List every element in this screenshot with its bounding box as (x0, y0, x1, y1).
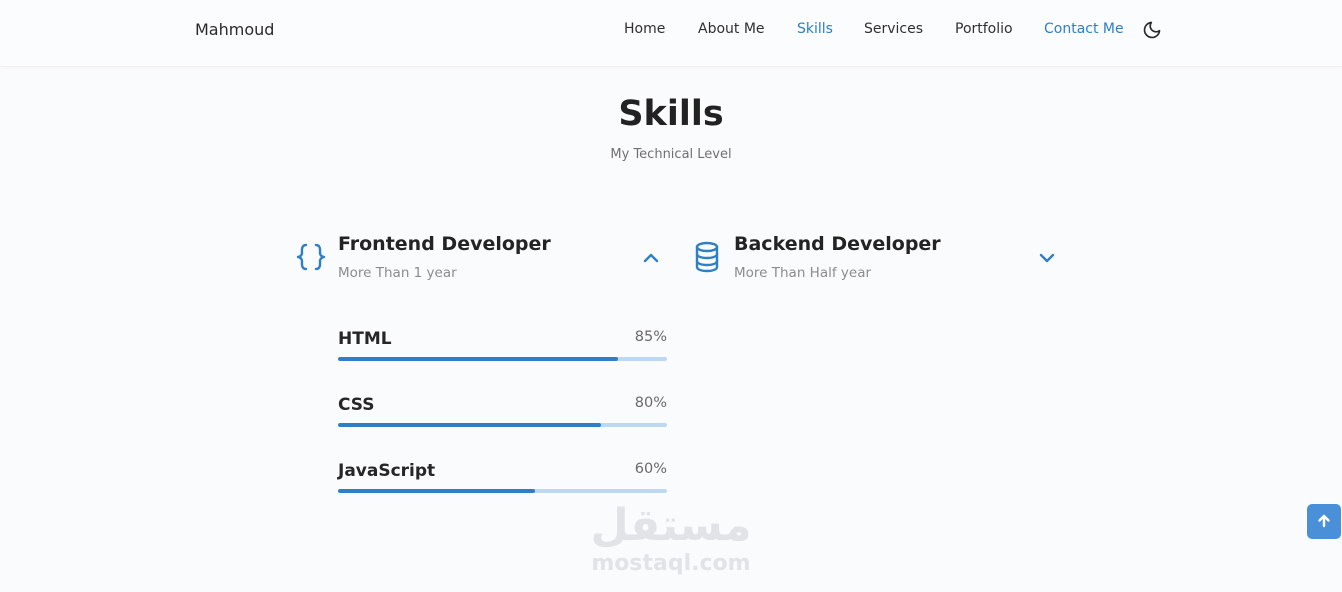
moon-icon[interactable] (1142, 20, 1162, 40)
skill-bar-track (338, 423, 667, 427)
header: Mahmoud Home About Me Skills Services Po… (0, 0, 1342, 67)
skill-html: HTML 85% (338, 329, 667, 369)
nav-contact-me[interactable]: Contact Me (1044, 21, 1124, 37)
frontend-subtitle: More Than 1 year (338, 265, 457, 281)
brand-logo[interactable]: Mahmoud (195, 20, 274, 39)
chevron-up-icon[interactable] (641, 248, 661, 268)
section-subtitle: My Technical Level (610, 147, 732, 162)
arrow-up-icon (1318, 514, 1330, 528)
watermark: مستقل mostaql.com (560, 500, 782, 576)
backend-card-header[interactable]: Backend Developer More Than Half year (690, 232, 1070, 288)
scroll-top-button[interactable] (1307, 504, 1341, 539)
code-braces-icon (294, 240, 328, 274)
watermark-latin: mostaql.com (591, 551, 751, 576)
chevron-down-icon[interactable] (1037, 248, 1057, 268)
nav-services[interactable]: Services (864, 21, 923, 37)
watermark-arabic: مستقل (590, 500, 752, 551)
backend-subtitle: More Than Half year (734, 265, 872, 281)
database-icon (690, 240, 724, 274)
nav-portfolio[interactable]: Portfolio (955, 21, 1013, 37)
frontend-title: Frontend Developer (338, 233, 551, 255)
frontend-card-header[interactable]: Frontend Developer More Than 1 year (290, 232, 670, 288)
skill-bar-fill (338, 423, 602, 427)
skill-percent: 60% (634, 461, 667, 477)
nav-skills[interactable]: Skills (797, 21, 833, 37)
skill-name: CSS (338, 395, 375, 415)
section-title: Skills (618, 94, 724, 134)
nav-about-me[interactable]: About Me (698, 21, 765, 37)
skill-bar-fill (338, 357, 618, 361)
skill-bar-fill (338, 489, 536, 493)
skill-percent: 80% (634, 395, 667, 411)
skill-percent: 85% (634, 329, 667, 345)
skill-bar-track (338, 489, 667, 493)
skill-bar-track (338, 357, 667, 361)
nav-home[interactable]: Home (624, 21, 665, 37)
skill-javascript: JavaScript 60% (338, 461, 667, 501)
skill-name: HTML (338, 329, 392, 349)
backend-title: Backend Developer (734, 233, 941, 255)
skill-name: JavaScript (338, 461, 436, 481)
skill-css: CSS 80% (338, 395, 667, 435)
